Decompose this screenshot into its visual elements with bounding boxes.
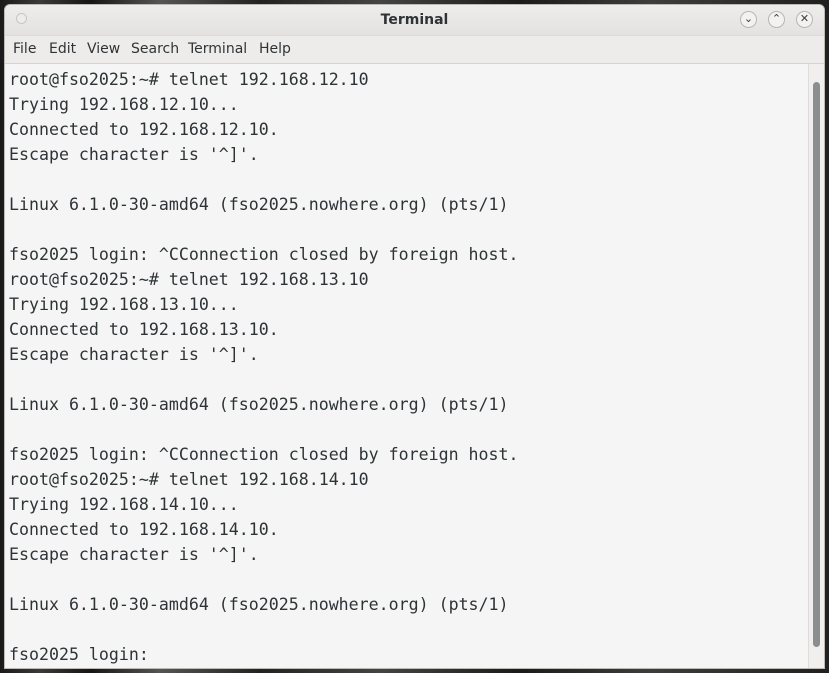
vertical-scrollbar[interactable] [808, 64, 824, 668]
terminal-output[interactable]: root@fso2025:~# telnet 192.168.12.10 Try… [5, 64, 808, 668]
terminal-line: Connected to 192.168.13.10. [9, 320, 279, 339]
terminal-line: root@fso2025:~# telnet 192.168.13.10 [9, 270, 369, 289]
terminal-line: Connected to 192.168.12.10. [9, 120, 279, 139]
terminal-line: Escape character is '^]'. [9, 545, 259, 564]
close-button[interactable]: ✕ [796, 11, 813, 28]
terminal-line: root@fso2025:~# telnet 192.168.12.10 [9, 70, 369, 89]
menu-bar: File Edit View Search Terminal Help [5, 36, 824, 64]
menu-file[interactable]: File [13, 41, 36, 57]
maximize-button[interactable]: ⌃ [768, 11, 785, 28]
terminal-line: fso2025 login: ^CConnection closed by fo… [9, 245, 519, 264]
terminal-line: Linux 6.1.0-30-amd64 (fso2025.nowhere.or… [9, 595, 509, 614]
terminal-line: root@fso2025:~# telnet 192.168.14.10 [9, 470, 369, 489]
title-bar[interactable]: Terminal ⌄ ⌃ ✕ [5, 5, 824, 36]
terminal-line: Linux 6.1.0-30-amd64 (fso2025.nowhere.or… [9, 395, 509, 414]
terminal-line: Trying 192.168.14.10... [9, 495, 239, 514]
window-title: Terminal [380, 12, 449, 28]
terminal-line: Escape character is '^]'. [9, 345, 259, 364]
terminal-line: Trying 192.168.12.10... [9, 95, 239, 114]
menu-help[interactable]: Help [259, 41, 291, 57]
minimize-button[interactable]: ⌄ [740, 11, 757, 28]
terminal-line: Connected to 192.168.14.10. [9, 520, 279, 539]
scrollbar-thumb[interactable] [813, 82, 820, 647]
terminal-line: fso2025 login: ^CConnection closed by fo… [9, 445, 519, 464]
menu-view[interactable]: View [87, 41, 120, 57]
menu-edit[interactable]: Edit [49, 41, 76, 57]
menu-terminal[interactable]: Terminal [188, 41, 247, 57]
menu-search[interactable]: Search [131, 41, 179, 57]
terminal-line: Linux 6.1.0-30-amd64 (fso2025.nowhere.or… [9, 195, 509, 214]
terminal-line: fso2025 login: [9, 645, 159, 664]
terminal-line: Trying 192.168.13.10... [9, 295, 239, 314]
terminal-line: Escape character is '^]'. [9, 145, 259, 164]
terminal-window: Terminal ⌄ ⌃ ✕ File Edit View Search Ter… [4, 4, 825, 669]
